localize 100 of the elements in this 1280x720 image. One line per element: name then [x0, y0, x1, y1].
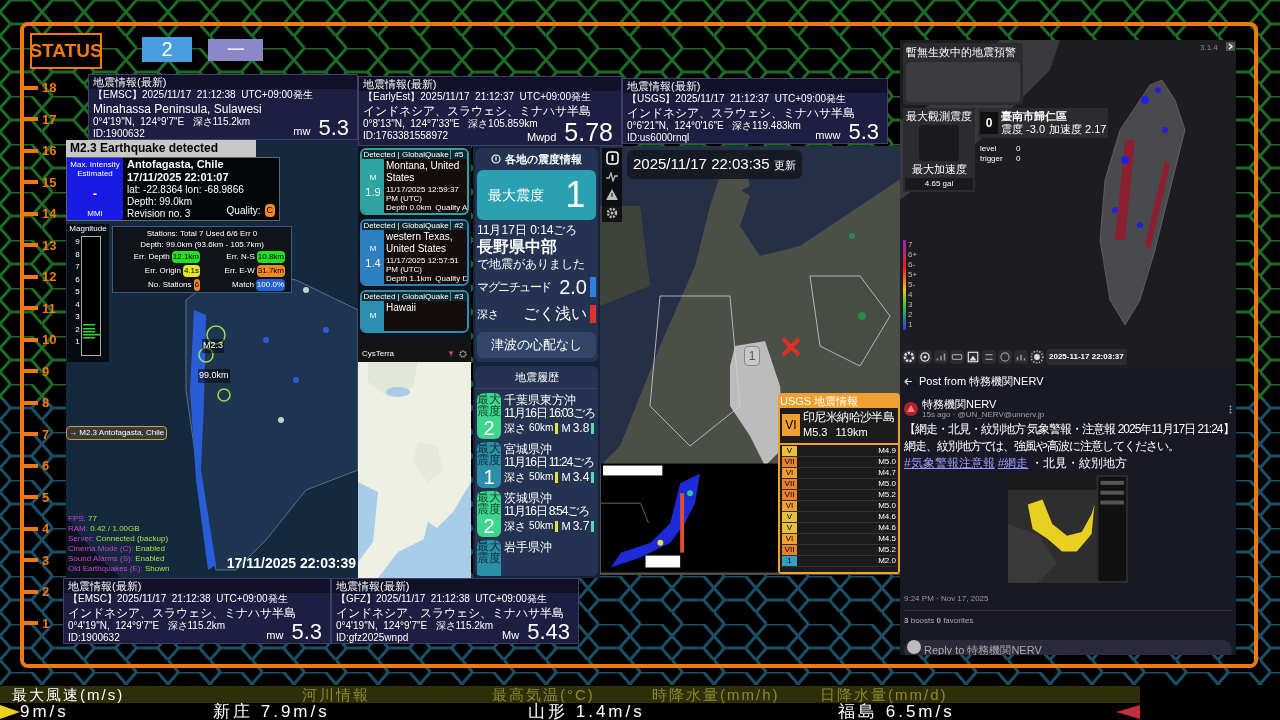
ruler-tick	[22, 369, 38, 374]
card-header: 地震情報(最新)	[332, 579, 578, 593]
ruler-number: 13	[42, 236, 57, 255]
panel-title: 各地の震度情報	[505, 151, 582, 167]
info-line: Minahassa Peninsula, Sulawesi	[93, 101, 262, 116]
ruler-tick	[22, 306, 38, 311]
chart-icon[interactable]	[1014, 350, 1028, 364]
avatar-icon	[904, 402, 918, 416]
scale-number: 5+	[908, 270, 918, 280]
intensity-value: 0	[980, 112, 998, 134]
ruler-number: 1	[42, 614, 50, 633]
badge-label: 最大震度	[477, 442, 501, 466]
version-label: 3.1.4	[1200, 42, 1218, 54]
back-icon[interactable]	[904, 376, 913, 386]
ruler-tick	[22, 243, 38, 248]
depth-color-bar	[555, 471, 559, 483]
place-name: Montana, United States	[386, 159, 461, 184]
badge-value: 2	[483, 417, 495, 439]
ruler-number: 9	[42, 362, 50, 381]
scale-number: 6+	[908, 250, 918, 260]
card-header: 地震情報(最新)	[64, 579, 330, 593]
globe-icon[interactable]	[998, 350, 1012, 364]
ticker-tab[interactable]: 時降水量(mm/h)	[640, 686, 808, 703]
ruler-tick	[22, 463, 38, 468]
status-label: level	[980, 144, 998, 154]
quake-region: 長野県中部	[477, 237, 558, 257]
scale-number: 6-	[908, 260, 917, 270]
ticker-value: 福島 6.5m/s	[838, 703, 956, 720]
signal-icon[interactable]	[934, 350, 948, 364]
depth-label: 深さ	[504, 470, 526, 485]
ruler-number: 10	[42, 331, 57, 349]
depth-label: 深さ	[504, 421, 526, 436]
ruler-number: 16	[42, 142, 57, 160]
depth-value: 50km	[529, 470, 554, 484]
place-name: western Texas, United States	[386, 230, 454, 255]
magnitude-label: M	[369, 310, 377, 322]
info-line: インドネシア、スラウェシ、ミナハサ半島	[336, 605, 564, 620]
ruler-tick	[22, 526, 38, 531]
quake-note: で地震がありました	[477, 257, 586, 271]
depth-label: 深さ	[504, 519, 526, 534]
ticker-tab[interactable]: 日降水量(mm/d)	[808, 686, 1008, 703]
depth-label: 深さ	[477, 306, 500, 322]
post-text: 網走、紋別地方では、強風や高波に注意してください。	[904, 439, 1179, 454]
hashtag-link[interactable]: #気象警報注意報	[904, 456, 995, 470]
badge-value: 1	[483, 466, 495, 488]
car-icon[interactable]	[950, 350, 964, 364]
info-line: 【USGS】2025/11/17 21:12:37 UTC+09:00発生	[627, 93, 847, 106]
magnitude-type: mww	[815, 127, 841, 143]
info-line: ID:1900632	[68, 632, 120, 643]
depth-text: Depth 1.1km	[386, 274, 432, 283]
sun-icon[interactable]	[1030, 350, 1044, 364]
magnitude-label: M	[561, 519, 571, 534]
acceleration-value: 4.65 gal	[905, 178, 973, 190]
history-time: 11月16日 8:54ごろ	[504, 505, 590, 518]
magnitude-label: M	[369, 242, 377, 255]
history-place: 岩手県沖	[504, 540, 552, 554]
locate-icon[interactable]	[918, 350, 932, 364]
depth-value: 50km	[529, 519, 554, 533]
post-meta: 15s ago · @UN_NERV@unnerv.jp	[922, 410, 1045, 420]
info-line: 0°4'19"N, 124°9'7"E 深さ115.2km	[68, 619, 226, 632]
ruler-tick	[22, 495, 38, 500]
hashtag-link[interactable]: #網走	[997, 456, 1029, 470]
status-button[interactable]: 一	[208, 38, 263, 61]
arrow-icon	[1116, 704, 1140, 719]
magnitude-value: 2.0	[559, 275, 587, 299]
info-line: インドネシア、スラウェシ、ミナハサ半島	[68, 605, 296, 620]
ruler-number: 4	[42, 520, 50, 538]
ticker-tab[interactable]: 河川情報	[290, 686, 480, 703]
panel-label: 最大加速度	[911, 163, 967, 176]
ticker-tab[interactable]: 最高気温(°C)	[480, 686, 640, 703]
history-place: 千葉県東方沖	[504, 393, 577, 407]
ticker-tab[interactable]: 最大風速(m/s)	[0, 686, 290, 703]
card-number: #2	[453, 221, 465, 230]
image-icon[interactable]	[966, 350, 980, 364]
depth-color-bar	[590, 305, 596, 323]
swap-icon[interactable]	[982, 350, 996, 364]
magnitude-value: 5.78	[564, 118, 613, 145]
ruler-tick	[22, 85, 38, 90]
ruler-tick	[22, 621, 38, 626]
history-time: 11月16日 16:03ごろ	[504, 407, 595, 420]
ruler-number: 17	[42, 110, 57, 129]
info-line: インドネシア、スラウェシ、ミナハサ半島	[627, 105, 855, 120]
history-title: 地震履歴	[475, 365, 598, 389]
more-icon[interactable]	[1229, 404, 1232, 414]
status-value: 0	[1016, 144, 1021, 154]
magnitude-type: mw	[293, 123, 311, 139]
depth-color-bar	[555, 520, 559, 532]
ruler-number: 2	[42, 583, 50, 601]
badge-label: 最大震度	[477, 393, 501, 417]
next-icon[interactable]	[1226, 42, 1235, 51]
ruler-tick	[22, 117, 38, 122]
status-button[interactable]: 2	[142, 37, 192, 62]
info-line: ID:1763381558972	[363, 130, 449, 143]
info-line: ID:gfz2025wnpd	[336, 632, 409, 643]
history-place: 茨城県沖	[504, 491, 553, 505]
quality-text: Quality A	[435, 203, 467, 212]
magnitude-value: 3.4	[572, 469, 590, 485]
scale-number: 2	[908, 310, 914, 320]
settings-icon[interactable]	[459, 349, 467, 358]
magnitude-value: 5.3	[318, 114, 349, 139]
